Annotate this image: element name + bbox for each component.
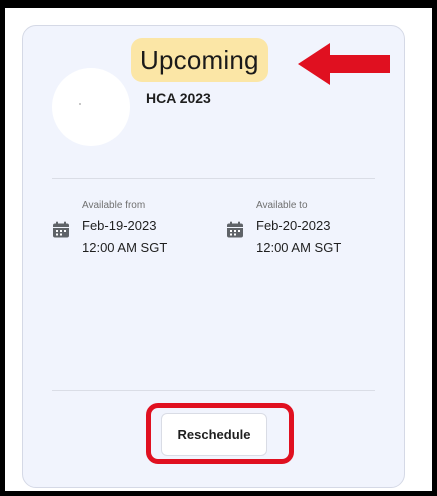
exam-title: HCA 2023 bbox=[146, 90, 211, 106]
divider bbox=[52, 390, 375, 391]
available-from-caption: Available from bbox=[82, 200, 146, 211]
available-to-date: Feb-20-2023 bbox=[256, 218, 331, 233]
available-from-time: 12:00 AM SGT bbox=[82, 240, 168, 255]
calendar-icon bbox=[227, 221, 243, 238]
status-badge: Upcoming bbox=[131, 38, 268, 82]
available-to-caption: Available to bbox=[256, 200, 308, 211]
available-to-time: 12:00 AM SGT bbox=[256, 240, 342, 255]
arrow-left-icon bbox=[298, 43, 390, 85]
avatar-image-placeholder bbox=[79, 103, 81, 105]
avatar bbox=[52, 68, 130, 146]
available-from-date: Feb-19-2023 bbox=[82, 218, 157, 233]
calendar-icon bbox=[53, 221, 69, 238]
reschedule-button[interactable]: Reschedule bbox=[161, 413, 267, 456]
divider bbox=[52, 178, 375, 179]
